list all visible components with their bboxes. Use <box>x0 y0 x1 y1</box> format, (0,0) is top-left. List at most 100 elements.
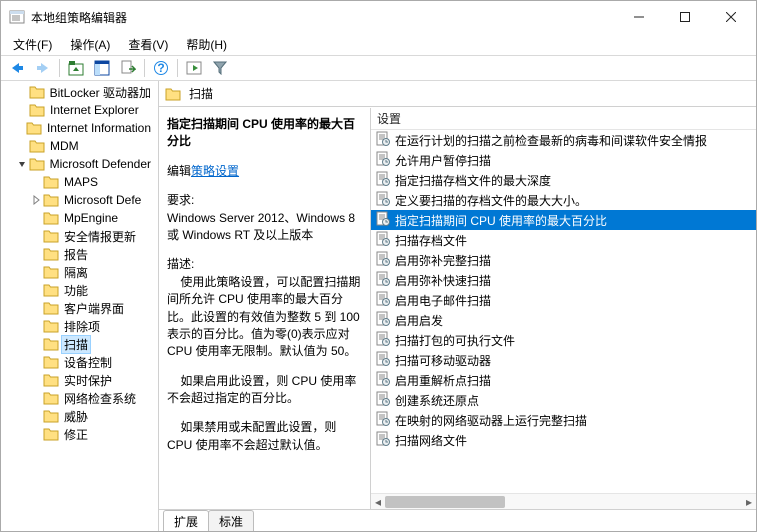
tree-label: 扫描 <box>61 335 91 354</box>
window-title: 本地组策略编辑器 <box>31 9 616 26</box>
list-item-label: 定义要扫描的存档文件的最大大小。 <box>395 192 587 209</box>
tree-label: Internet Information <box>44 120 154 136</box>
tree-label: 威胁 <box>61 407 91 426</box>
list-item[interactable]: 扫描存档文件 <box>371 230 756 250</box>
list-item-label: 扫描可移动驱动器 <box>395 352 491 369</box>
policy-icon <box>375 251 391 270</box>
tree-item[interactable]: 扫描 <box>1 335 158 353</box>
description-text-1: 使用此策略设置，可以配置扫描期间所允许 CPU 使用率的最大百分比。此设置的有效… <box>167 274 362 361</box>
forward-button[interactable] <box>31 57 55 79</box>
help-button[interactable]: ? <box>149 57 173 79</box>
action-button[interactable] <box>182 57 206 79</box>
edit-policy-link[interactable]: 策略设置 <box>191 164 239 178</box>
list-item[interactable]: 启用启发 <box>371 310 756 330</box>
tree-item[interactable]: MDM <box>1 137 158 155</box>
show-hide-tree-button[interactable] <box>90 57 114 79</box>
tree-item[interactable]: Internet Explorer <box>1 101 158 119</box>
menu-action[interactable]: 操作(A) <box>62 34 118 55</box>
tree-label: 设备控制 <box>61 353 115 372</box>
tree-item[interactable]: 实时保护 <box>1 371 158 389</box>
tree-item[interactable]: BitLocker 驱动器加 <box>1 83 158 101</box>
policy-icon <box>375 151 391 170</box>
list-item[interactable]: 启用重解析点扫描 <box>371 370 756 390</box>
content-header: 扫描 <box>159 81 756 107</box>
list-item-label: 启用重解析点扫描 <box>395 372 491 389</box>
menu-file[interactable]: 文件(F) <box>5 34 60 55</box>
policy-icon <box>375 331 391 350</box>
tree-label: 实时保护 <box>61 371 115 390</box>
policy-icon <box>375 271 391 290</box>
body: BitLocker 驱动器加Internet ExplorerInternet … <box>1 81 756 531</box>
tree-item[interactable]: 隔离 <box>1 263 158 281</box>
list-item[interactable]: 扫描可移动驱动器 <box>371 350 756 370</box>
tree-label: Microsoft Defender <box>47 156 154 172</box>
tree-item[interactable]: Internet Information <box>1 119 158 137</box>
policy-icon <box>375 131 391 150</box>
tree-twisty[interactable] <box>15 159 29 169</box>
menu-view[interactable]: 查看(V) <box>120 34 176 55</box>
scroll-left-arrow[interactable]: ◂ <box>371 494 385 509</box>
tree-item[interactable]: 排除项 <box>1 317 158 335</box>
up-button[interactable] <box>64 57 88 79</box>
tree-item[interactable]: 修正 <box>1 425 158 443</box>
svg-text:?: ? <box>157 61 164 75</box>
requirements-label: 要求: <box>167 192 362 209</box>
view-tabs: 扩展 标准 <box>159 509 756 531</box>
tree-item[interactable]: MpEngine <box>1 209 158 227</box>
policy-icon <box>375 411 391 430</box>
policy-icon <box>375 231 391 250</box>
scroll-right-arrow[interactable]: ▸ <box>742 494 756 509</box>
tree-item[interactable]: Microsoft Defender <box>1 155 158 173</box>
list-item-label: 启用弥补完整扫描 <box>395 252 491 269</box>
close-button[interactable] <box>708 2 754 32</box>
policy-icon <box>375 311 391 330</box>
settings-list[interactable]: 在运行计划的扫描之前检查最新的病毒和间谍软件安全情报允许用户暂停扫描指定扫描存档… <box>371 130 756 493</box>
tab-standard[interactable]: 标准 <box>208 510 254 531</box>
list-item-label: 指定扫描期间 CPU 使用率的最大百分比 <box>395 212 607 229</box>
tree-item[interactable]: 客户端界面 <box>1 299 158 317</box>
tree-item[interactable]: MAPS <box>1 173 158 191</box>
tree-twisty[interactable] <box>29 195 43 205</box>
tree-label: 功能 <box>61 281 91 300</box>
export-button[interactable] <box>116 57 140 79</box>
back-button[interactable] <box>5 57 29 79</box>
tree-item[interactable]: Microsoft Defe <box>1 191 158 209</box>
menu-help[interactable]: 帮助(H) <box>178 34 235 55</box>
maximize-button[interactable] <box>662 2 708 32</box>
minimize-button[interactable] <box>616 2 662 32</box>
list-item[interactable]: 在映射的网络驱动器上运行完整扫描 <box>371 410 756 430</box>
tree-item[interactable]: 报告 <box>1 245 158 263</box>
horizontal-scrollbar[interactable]: ◂ ▸ <box>371 493 756 509</box>
filter-button[interactable] <box>208 57 232 79</box>
list-item[interactable]: 启用电子邮件扫描 <box>371 290 756 310</box>
list-item[interactable]: 启用弥补完整扫描 <box>371 250 756 270</box>
list-item[interactable]: 扫描打包的可执行文件 <box>371 330 756 350</box>
settings-list-pane: 设置 在运行计划的扫描之前检查最新的病毒和间谍软件安全情报允许用户暂停扫描指定扫… <box>371 108 756 509</box>
list-item[interactable]: 允许用户暂停扫描 <box>371 150 756 170</box>
tree-item[interactable]: 威胁 <box>1 407 158 425</box>
scroll-thumb[interactable] <box>385 496 505 508</box>
tree-item[interactable]: 功能 <box>1 281 158 299</box>
settings-column-header[interactable]: 设置 <box>371 108 756 130</box>
list-item[interactable]: 指定扫描期间 CPU 使用率的最大百分比 <box>371 210 756 230</box>
tree-item[interactable]: 安全情报更新 <box>1 227 158 245</box>
list-item[interactable]: 创建系统还原点 <box>371 390 756 410</box>
policy-icon <box>375 351 391 370</box>
list-item-label: 在运行计划的扫描之前检查最新的病毒和间谍软件安全情报 <box>395 132 707 149</box>
list-item[interactable]: 定义要扫描的存档文件的最大大小。 <box>371 190 756 210</box>
tab-extended[interactable]: 扩展 <box>163 510 209 531</box>
tree-label: 排除项 <box>61 317 103 336</box>
list-item[interactable]: 在运行计划的扫描之前检查最新的病毒和间谍软件安全情报 <box>371 130 756 150</box>
list-item[interactable]: 扫描网络文件 <box>371 430 756 450</box>
list-item-label: 创建系统还原点 <box>395 392 479 409</box>
list-item[interactable]: 启用弥补快速扫描 <box>371 270 756 290</box>
tree-label: MDM <box>47 138 82 154</box>
list-item-label: 扫描存档文件 <box>395 232 467 249</box>
list-item[interactable]: 指定扫描存档文件的最大深度 <box>371 170 756 190</box>
toolbar: ? <box>1 55 756 81</box>
tree-view[interactable]: BitLocker 驱动器加Internet ExplorerInternet … <box>1 81 159 531</box>
content-title: 扫描 <box>189 85 213 102</box>
tree-item[interactable]: 网络检查系统 <box>1 389 158 407</box>
tree-item[interactable]: 设备控制 <box>1 353 158 371</box>
tree-label: BitLocker 驱动器加 <box>47 83 154 102</box>
